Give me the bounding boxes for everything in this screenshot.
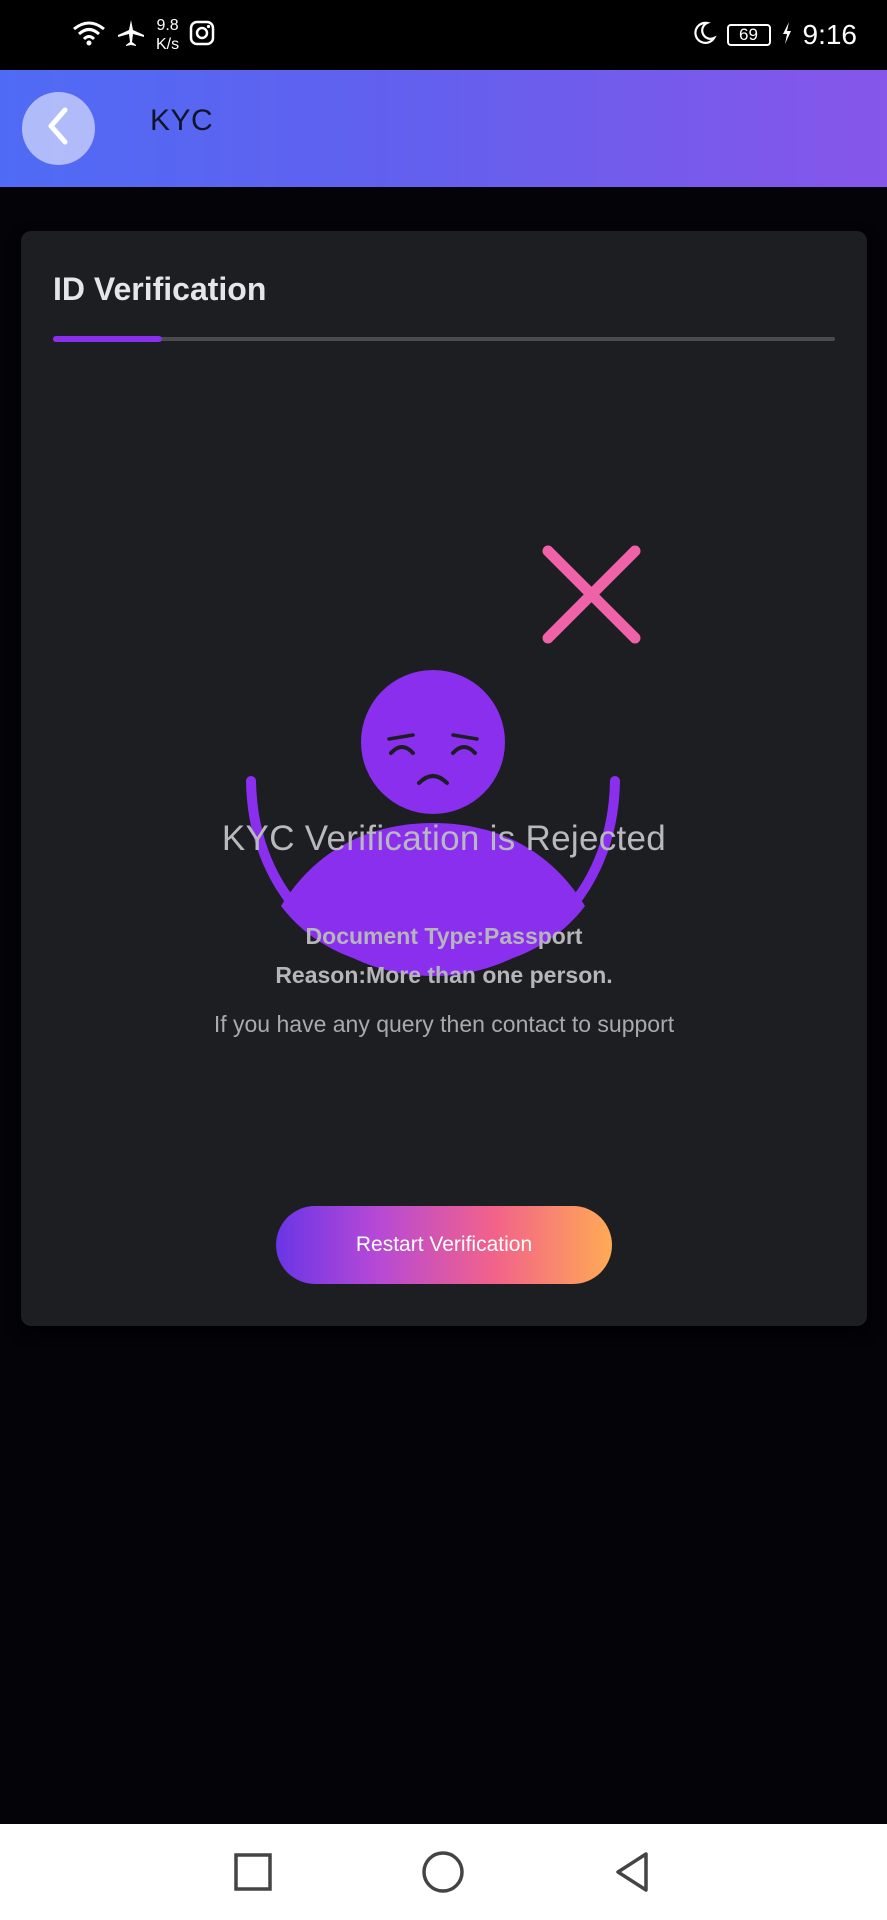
status-bar-right: 69 9:16 [691, 14, 858, 56]
triangle-back-icon [608, 1852, 656, 1900]
rejected-person-illustration [246, 545, 641, 977]
id-verification-card: ID Verification KYC Verification is Reje… [21, 231, 867, 1326]
rejection-reason-text: Reason:More than one person. [275, 962, 613, 988]
page-title: KYC [150, 104, 214, 137]
status-bar: 9.8 K/s 69 9:16 [0, 0, 887, 70]
close-x-icon [542, 545, 641, 644]
back-button[interactable] [22, 92, 95, 165]
chevron-left-icon [41, 106, 77, 151]
circle-icon [419, 1851, 467, 1900]
back-nav-button[interactable] [608, 1848, 656, 1896]
recent-apps-button[interactable] [229, 1848, 277, 1896]
airplane-icon [116, 18, 146, 53]
clock-time: 9:16 [802, 19, 858, 50]
charging-icon [781, 21, 793, 50]
network-speed: 9.8 K/s [156, 16, 179, 54]
verification-status-headline: KYC Verification is Rejected [221, 819, 667, 858]
home-button[interactable] [419, 1848, 467, 1896]
network-speed-unit: K/s [156, 36, 180, 53]
moon-icon [691, 20, 717, 51]
sad-face-icon [361, 670, 505, 814]
battery-indicator: 69 [726, 24, 771, 46]
verification-progress-fill [53, 336, 163, 342]
wifi-icon [72, 19, 106, 52]
document-type-text: Document Type:Passport [305, 923, 583, 949]
instagram-icon [189, 20, 215, 51]
status-bar-left: 9.8 K/s [72, 14, 215, 56]
network-speed-value: 9.8 [156, 17, 179, 34]
support-note-text: If you have any query then contact to su… [213, 1011, 675, 1037]
app-header: KYC [0, 70, 887, 187]
restart-verification-button[interactable]: Restart Verification [276, 1206, 612, 1284]
system-navigation-bar [0, 1824, 887, 1920]
verification-progress-bar [53, 336, 835, 342]
square-icon [229, 1853, 277, 1900]
card-title: ID Verification [53, 271, 267, 307]
